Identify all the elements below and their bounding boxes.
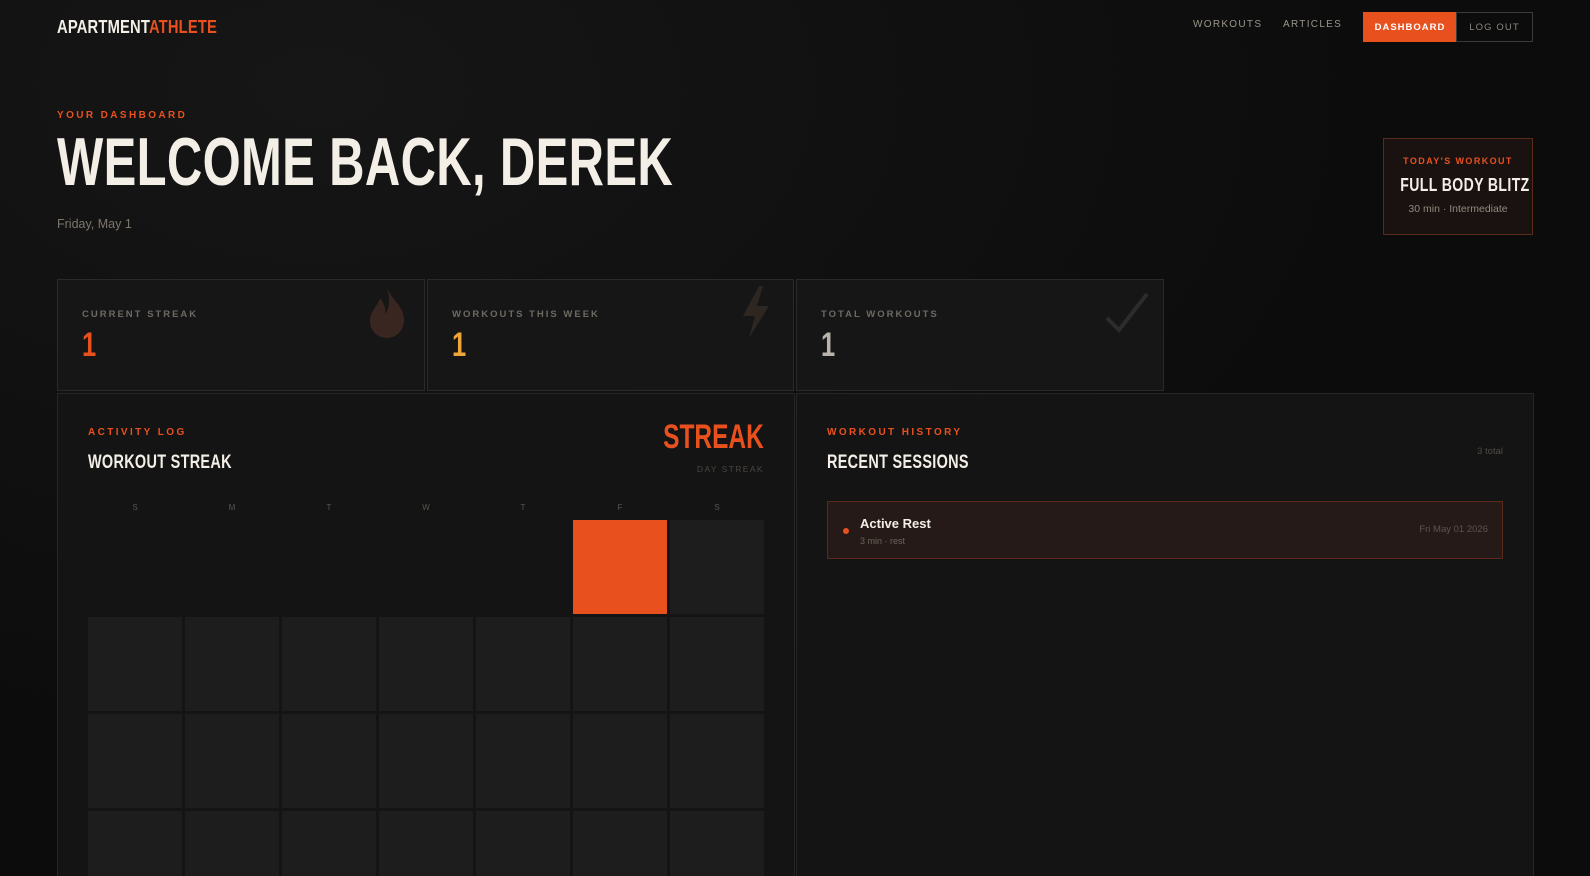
stat-label: WORKOUTS THIS WEEK — [452, 309, 600, 320]
stat-label: TOTAL WORKOUTS — [821, 309, 939, 320]
calendar-cell — [185, 520, 279, 614]
weekday-label: F — [617, 503, 623, 512]
activity-title: WORKOUT STREAK — [88, 452, 232, 473]
calendar-cell[interactable] — [379, 617, 473, 711]
top-nav: APARTMENTATHLETE WORKOUTS ARTICLES DASHB… — [0, 0, 1590, 54]
calendar-cell[interactable] — [573, 617, 667, 711]
weekday-label: S — [132, 503, 138, 512]
session-meta: 3 min · rest — [860, 536, 906, 546]
calendar-cell[interactable] — [185, 617, 279, 711]
calendar-cell — [282, 520, 376, 614]
weekday-label: T — [326, 503, 332, 512]
calendar-cell[interactable] — [88, 811, 182, 876]
calendar-cell[interactable] — [573, 811, 667, 876]
calendar-cell[interactable] — [379, 714, 473, 808]
weekday-label: W — [422, 503, 430, 512]
history-panel: WORKOUT HISTORY RECENT SESSIONS 3 total … — [796, 393, 1534, 876]
calendar-cell-active[interactable] — [573, 520, 667, 614]
logo-part2: ATHLETE — [148, 17, 218, 37]
calendar-cell[interactable] — [185, 714, 279, 808]
history-eyebrow: WORKOUT HISTORY — [827, 427, 963, 438]
stat-label: CURRENT STREAK — [82, 309, 199, 320]
checkmark-icon — [1105, 292, 1149, 334]
calendar-cell[interactable] — [670, 714, 764, 808]
session-dot — [843, 528, 849, 534]
flame-icon — [370, 288, 404, 338]
activity-panel: ACTIVITY LOG WORKOUT STREAK STREAK DAY S… — [57, 393, 795, 876]
current-date: Friday, May 1 — [57, 217, 132, 231]
calendar-cell[interactable] — [282, 811, 376, 876]
stat-value: 1 — [452, 326, 467, 364]
calendar-cell[interactable] — [379, 811, 473, 876]
calendar-cell[interactable] — [670, 520, 764, 614]
stat-card-current-streak: CURRENT STREAK 1 — [57, 279, 425, 391]
stat-value: 1 — [821, 326, 836, 364]
nav-link-workouts[interactable]: WORKOUTS — [1193, 19, 1262, 30]
calendar-cell[interactable] — [573, 714, 667, 808]
todays-workout-card[interactable]: TODAY'S WORKOUT FULL BODY BLITZ 30 min ·… — [1383, 138, 1533, 235]
streak-count: STREAK — [663, 418, 764, 456]
session-name: Active Rest — [860, 516, 931, 531]
logo-part1: APARTMENT — [57, 17, 149, 37]
weekday-label: S — [714, 503, 720, 512]
dashboard-eyebrow: YOUR DASHBOARD — [57, 110, 188, 121]
todays-workout-eyebrow: TODAY'S WORKOUT — [1403, 156, 1513, 166]
activity-eyebrow: ACTIVITY LOG — [88, 427, 187, 438]
calendar-cell[interactable] — [88, 714, 182, 808]
calendar-cell[interactable] — [476, 617, 570, 711]
session-row[interactable]: Active Rest 3 min · rest Fri May 01 2026 — [827, 501, 1503, 559]
stat-value: 1 — [82, 326, 97, 364]
calendar-cell — [88, 520, 182, 614]
dashboard-button[interactable]: DASHBOARD — [1363, 12, 1457, 42]
calendar-cell[interactable] — [282, 617, 376, 711]
page-title: WELCOME BACK, DEREK — [57, 124, 674, 200]
calendar-cell — [476, 520, 570, 614]
calendar-cell[interactable] — [670, 617, 764, 711]
calendar-cell[interactable] — [185, 811, 279, 876]
streak-sublabel: DAY STREAK — [696, 464, 764, 474]
calendar-cell[interactable] — [282, 714, 376, 808]
lightning-icon — [743, 286, 769, 338]
stat-card-workouts-this-week: WORKOUTS THIS WEEK 1 — [427, 279, 794, 391]
todays-workout-meta: 30 min · Intermediate — [1408, 203, 1508, 215]
calendar-cell[interactable] — [670, 811, 764, 876]
nav-link-articles[interactable]: ARTICLES — [1283, 19, 1342, 30]
history-title: RECENT SESSIONS — [827, 452, 969, 473]
calendar-cell[interactable] — [476, 714, 570, 808]
calendar-cell[interactable] — [88, 617, 182, 711]
weekday-label: T — [520, 503, 526, 512]
logo[interactable]: APARTMENTATHLETE — [57, 17, 217, 38]
calendar-cell[interactable] — [476, 811, 570, 876]
calendar-cell — [379, 520, 473, 614]
session-date: Fri May 01 2026 — [1419, 524, 1488, 535]
logout-button[interactable]: LOG OUT — [1456, 12, 1533, 42]
weekday-label: M — [228, 503, 236, 512]
stat-card-total-workouts: TOTAL WORKOUTS 1 — [796, 279, 1164, 391]
todays-workout-name: FULL BODY BLITZ — [1400, 175, 1530, 195]
session-count: 3 total — [1477, 446, 1503, 457]
